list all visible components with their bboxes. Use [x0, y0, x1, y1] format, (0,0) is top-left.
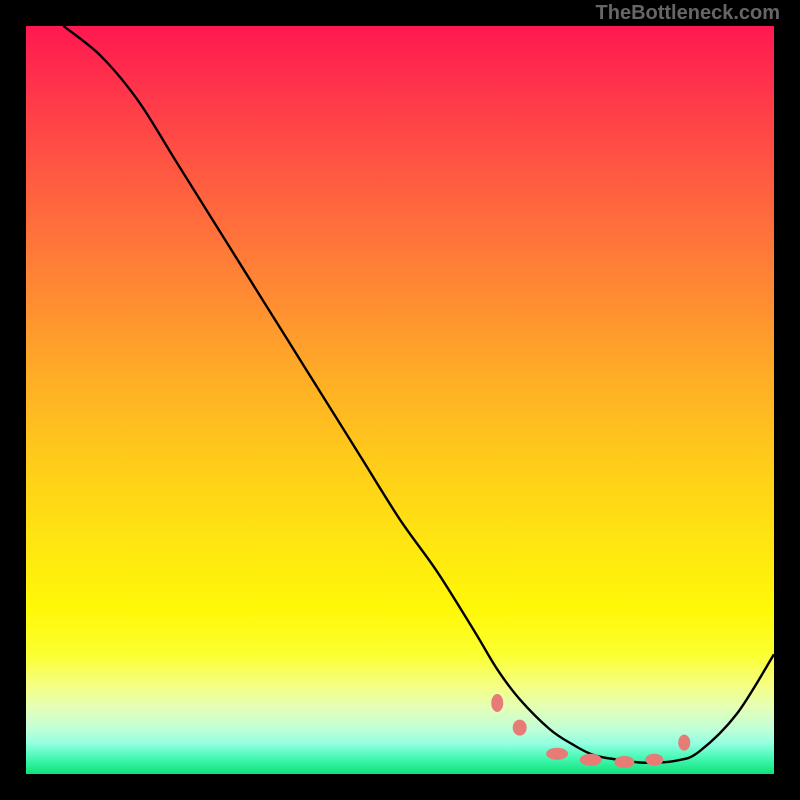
- plot-area: [26, 26, 774, 774]
- curve-marker: [645, 754, 663, 766]
- curve-marker: [678, 735, 690, 751]
- chart-svg: [26, 26, 774, 774]
- curve-marker: [614, 756, 634, 768]
- curve-marker: [491, 694, 503, 712]
- curve-marker: [546, 748, 568, 760]
- markers-group: [491, 694, 690, 768]
- attribution-text: TheBottleneck.com: [596, 2, 780, 25]
- chart-container: TheBottleneck.com: [0, 0, 800, 800]
- curve-marker: [580, 754, 602, 766]
- curve-marker: [513, 720, 527, 736]
- bottleneck-curve: [63, 26, 774, 763]
